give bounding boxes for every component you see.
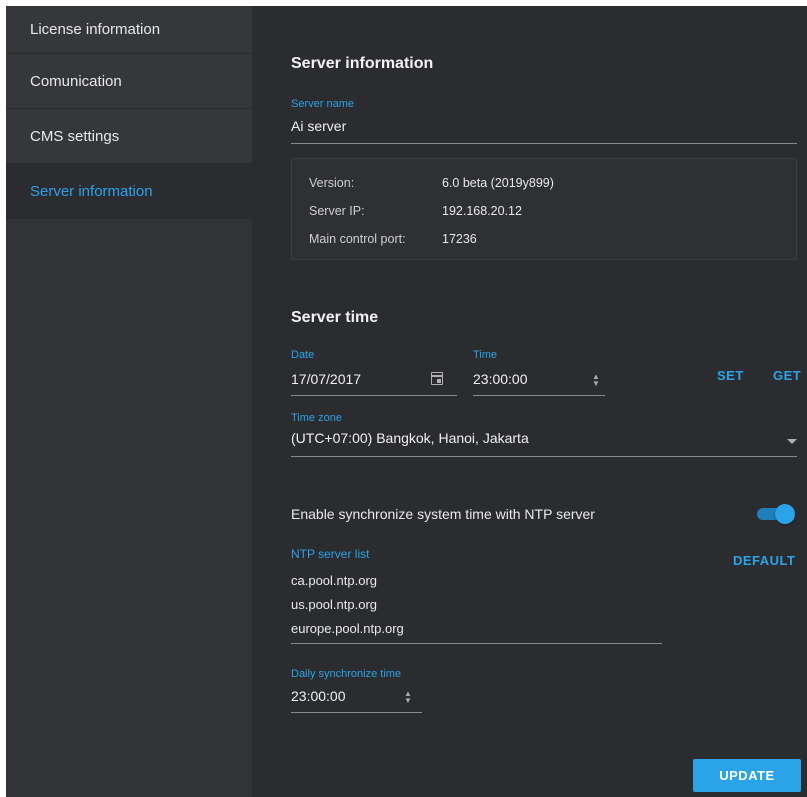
chevron-down-icon[interactable] [787, 439, 797, 444]
daily-sync-time-label: Daily synchronize time [291, 668, 402, 680]
settings-window: License information Comunication CMS set… [6, 6, 807, 797]
main-control-port-value: 17236 [442, 232, 477, 246]
version-label: Version: [309, 176, 355, 190]
version-value: 6.0 beta (2019y899) [442, 176, 554, 190]
ntp-server-list-label: NTP server list [291, 547, 370, 561]
daily-sync-time-value: 23:00:00 [291, 688, 346, 704]
sidebar-item-comunication[interactable]: Comunication [6, 54, 252, 109]
time-zone-select[interactable]: (UTC+07:00) Bangkok, Hanoi, Jakarta [291, 425, 797, 457]
server-ip-value: 192.168.20.12 [442, 204, 522, 218]
sidebar-item-license-information[interactable]: License information [6, 6, 252, 54]
ntp-list-underline [291, 643, 662, 644]
sidebar-item-label: License information [30, 21, 161, 38]
calendar-icon[interactable] [431, 372, 443, 385]
server-name-value: Ai server [291, 118, 347, 134]
ntp-server-list-textarea[interactable]: ca.pool.ntp.org us.pool.ntp.org europe.p… [291, 568, 662, 644]
time-zone-value: (UTC+07:00) Bangkok, Hanoi, Jakarta [291, 430, 529, 446]
default-button[interactable]: DEFAULT [733, 553, 795, 568]
server-information-heading: Server information [291, 55, 434, 72]
ntp-enable-label: Enable synchronize system time with NTP … [291, 506, 595, 522]
ntp-server-item: us.pool.ntp.org [291, 597, 378, 612]
sidebar-item-cms-settings[interactable]: CMS settings [6, 109, 252, 164]
time-underline [473, 395, 605, 396]
daily-time-spinner-icon[interactable]: ▲ ▼ [403, 690, 413, 705]
time-value: 23:00:00 [473, 371, 528, 387]
date-value: 17/07/2017 [291, 371, 362, 387]
date-underline [291, 395, 457, 396]
daily-sync-time-input[interactable]: 23:00:00 ▲ ▼ [291, 681, 422, 713]
ntp-server-item: europe.pool.ntp.org [291, 621, 404, 636]
server-time-heading: Server time [291, 309, 379, 326]
set-time-button[interactable]: SET [717, 368, 744, 383]
sidebar-item-label: Comunication [30, 72, 122, 90]
time-spinner-icon[interactable]: ▲ ▼ [591, 373, 601, 388]
update-button[interactable]: UPDATE [693, 759, 801, 792]
time-input[interactable]: 23:00:00 ▲ ▼ [473, 364, 605, 396]
server-name-underline [291, 143, 797, 144]
server-details-box: Version: 6.0 beta (2019y899) Server IP: … [291, 158, 797, 260]
sidebar-item-server-information[interactable]: Server information [6, 164, 252, 219]
time-zone-underline [291, 456, 797, 457]
get-time-button[interactable]: GET [773, 368, 801, 383]
ntp-enable-toggle[interactable] [755, 504, 795, 524]
sidebar-item-label: CMS settings [30, 127, 120, 145]
server-name-input[interactable]: Ai server [291, 112, 797, 144]
time-label: Time [473, 349, 498, 361]
ntp-server-item: ca.pool.ntp.org [291, 573, 378, 588]
toggle-knob [775, 504, 795, 524]
sidebar-item-label: Server information [30, 182, 153, 200]
daily-sync-time-underline [291, 712, 422, 713]
date-input[interactable]: 17/07/2017 [291, 364, 457, 396]
date-label: Date [291, 349, 315, 361]
server-name-label: Server name [291, 98, 354, 110]
sidebar: License information Comunication CMS set… [6, 6, 252, 797]
server-ip-label: Server IP: [309, 204, 365, 218]
main-panel: Server information Server name Ai server… [252, 6, 807, 797]
time-zone-label: Time zone [291, 412, 342, 424]
main-control-port-label: Main control port: [309, 232, 406, 246]
